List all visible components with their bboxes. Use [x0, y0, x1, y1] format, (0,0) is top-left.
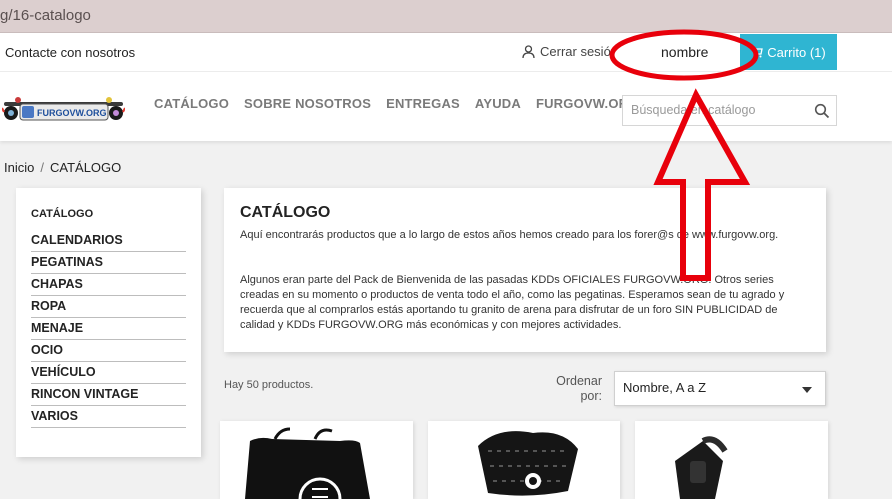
- breadcrumb-separator: /: [40, 160, 44, 175]
- sidebar-item-pegatinas[interactable]: PEGATINAS: [31, 252, 186, 274]
- site-logo[interactable]: FURGOVW.ORG: [1, 94, 126, 124]
- menu-item-entregas[interactable]: ENTREGAS: [386, 96, 460, 111]
- chevron-down-icon: [802, 387, 812, 393]
- product-card[interactable]: [428, 421, 620, 499]
- sidebar-item-calendarios[interactable]: CALENDARIOS: [31, 230, 186, 252]
- sort-value: Nombre, A a Z: [623, 380, 707, 395]
- main-menu: CATÁLOGO SOBRE NOSOTROS ENTREGAS AYUDA F…: [154, 96, 639, 111]
- browser-address-bar[interactable]: g/16-catalogo: [0, 0, 892, 33]
- sidebar-item-vehiculo[interactable]: VEHÍCULO: [31, 362, 186, 384]
- cart-icon: [751, 46, 764, 58]
- sidebar-item-ocio[interactable]: OCIO: [31, 340, 186, 362]
- sidebar-item-menaje[interactable]: MENAJE: [31, 318, 186, 340]
- category-body: Algunos eran parte del Pack de Bienvenid…: [240, 274, 785, 331]
- category-intro: Aquí encontrarás productos que a lo larg…: [240, 229, 779, 241]
- sidebar-item-rincon-vintage[interactable]: RINCON VINTAGE: [31, 384, 186, 406]
- category-sidebar: CATÁLOGO CALENDARIOS PEGATINAS CHAPAS RO…: [16, 188, 201, 457]
- logo-graphic: FURGOVW.ORG: [1, 97, 126, 121]
- contact-link[interactable]: Contacte con nosotros: [5, 45, 135, 60]
- breadcrumb-current[interactable]: CATÁLOGO: [50, 160, 121, 175]
- product-count: Hay 50 productos.: [224, 379, 314, 391]
- menu-item-sobre-nosotros[interactable]: SOBRE NOSOTROS: [244, 96, 371, 111]
- site-header: FURGOVW.ORG CATÁLOGO SOBRE NOSOTROS ENTR…: [0, 72, 892, 141]
- sort-label: Ordenar por:: [556, 374, 602, 403]
- svg-text:FURGOVW.ORG: FURGOVW.ORG: [37, 108, 107, 118]
- account-name[interactable]: nombre: [661, 44, 708, 60]
- sidebar-item-varios[interactable]: VARIOS: [31, 406, 186, 428]
- signout-link[interactable]: Cerrar sesió: [522, 44, 611, 59]
- category-description: CATÁLOGO Aquí encontrarás productos que …: [224, 188, 826, 352]
- sidebar-item-ropa[interactable]: ROPA: [31, 296, 186, 318]
- sidebar-item-chapas[interactable]: CHAPAS: [31, 274, 186, 296]
- user-icon: [522, 44, 535, 58]
- category-title: CATÁLOGO: [240, 204, 331, 221]
- top-nav: Contacte con nosotros Cerrar sesió nombr…: [0, 33, 892, 72]
- breadcrumb: Inicio / CATÁLOGO: [4, 160, 121, 175]
- cart-label: Carrito (1): [767, 44, 826, 60]
- search-input[interactable]: [631, 103, 811, 117]
- sidebar-list: CALENDARIOS PEGATINAS CHAPAS ROPA MENAJE…: [31, 230, 186, 428]
- search-box: [622, 95, 837, 126]
- product-image: [478, 431, 578, 496]
- product-card[interactable]: [635, 421, 828, 499]
- sidebar-title[interactable]: CATÁLOGO: [31, 208, 93, 220]
- product-card[interactable]: [220, 421, 413, 499]
- product-image: [675, 436, 728, 499]
- signout-label: Cerrar sesió: [540, 44, 611, 59]
- cart-button[interactable]: Carrito (1): [740, 34, 837, 70]
- menu-item-catalogo[interactable]: CATÁLOGO: [154, 96, 229, 111]
- sort-select[interactable]: Nombre, A a Z: [614, 371, 826, 406]
- product-image: [245, 427, 370, 499]
- search-icon[interactable]: [814, 103, 830, 119]
- address-url[interactable]: g/16-catalogo: [0, 7, 91, 24]
- breadcrumb-home[interactable]: Inicio: [4, 160, 34, 175]
- menu-item-ayuda[interactable]: AYUDA: [475, 96, 521, 111]
